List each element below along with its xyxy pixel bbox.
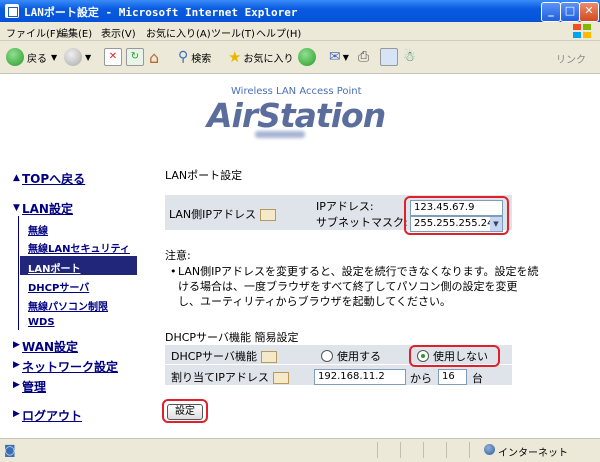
print-icon: ⎙ <box>358 49 370 65</box>
print-button[interactable]: ⎙ <box>358 46 369 68</box>
triangle-right-icon: ▶ <box>13 340 20 350</box>
messenger-button[interactable]: ☃ <box>403 46 416 68</box>
window-title: LANポート設定 - Microsoft Internet Explorer <box>24 6 298 19</box>
sidebar-item-wlan-security[interactable]: 無線LANセキュリティ <box>28 240 130 255</box>
pencil-icon <box>272 372 289 384</box>
title-bar: LANポート設定 - Microsoft Internet Explorer _… <box>0 0 600 22</box>
messenger-icon: ☃ <box>403 49 416 65</box>
assign-ip-input[interactable]: 192.168.11.2 <box>314 369 406 385</box>
favorites-button[interactable]: ★ お気に入り <box>228 46 293 68</box>
minimize-button[interactable]: _ <box>541 2 561 22</box>
history-icon <box>298 48 316 66</box>
note-title: 注意: <box>165 249 191 262</box>
sidebar-item-pc-restrict[interactable]: 無線パソコン制限 <box>28 298 108 313</box>
pencil-icon <box>260 351 277 363</box>
triangle-right-icon: ▶ <box>13 380 20 390</box>
page-title: LANポート設定 <box>165 169 243 182</box>
note-line: し、ユーティリティからブラウザを起動してください。 <box>178 295 452 308</box>
sidebar-admin[interactable]: 管理 <box>22 378 46 395</box>
sidebar-logout[interactable]: ログアウト <box>22 407 82 424</box>
sidebar-network[interactable]: ネットワーク設定 <box>22 358 118 375</box>
menu-help[interactable]: ヘルプ(H) <box>256 25 301 40</box>
sidebar-item-wireless[interactable]: 無線 <box>28 222 48 237</box>
logo-model-blur <box>255 131 305 138</box>
page-done-icon: ◙ <box>4 443 16 457</box>
note-line: ける場合は、一度ブラウザをすべて終了してパソコン側の設定を変更 <box>178 280 518 293</box>
highlight-dhcp-off <box>409 345 500 367</box>
note-line: LAN側IPアドレスを変更すると、設定を続行できなくなります。設定を続 <box>178 265 539 278</box>
menu-tools[interactable]: ツール(T) <box>211 25 255 40</box>
dhcp-label: DHCPサーバ機能 <box>171 348 277 364</box>
chevron-down-icon: ▼ <box>342 52 349 62</box>
edit-icon <box>380 48 398 66</box>
assign-count-input[interactable]: 16 <box>438 369 467 385</box>
forward-button[interactable]: ▼ <box>64 46 91 68</box>
menu-file[interactable]: ファイル(F) <box>6 25 60 40</box>
menu-favorites[interactable]: お気に入り(A) <box>146 25 211 40</box>
maximize-button[interactable]: □ <box>560 2 580 22</box>
dhcp-on-radio[interactable] <box>321 350 333 362</box>
refresh-button[interactable]: ↻ <box>126 46 144 68</box>
menu-edit[interactable]: 編集(E) <box>58 25 92 40</box>
count-unit-label: 台 <box>472 372 483 385</box>
menu-bar: ファイル(F) 編集(E) 表示(V) お気に入り(A) ツール(T) ヘルプ(… <box>0 22 600 41</box>
highlight-submit <box>162 399 208 423</box>
windows-logo-icon <box>573 24 591 38</box>
sidebar-top[interactable]: TOPへ戻る <box>22 170 85 187</box>
sidebar-item-dhcp[interactable]: DHCPサーバ <box>28 279 89 294</box>
edit-button[interactable] <box>380 46 398 68</box>
airstation-logo: AirStation <box>207 96 386 135</box>
status-bar: インターネット ◙ <box>0 438 600 462</box>
close-button[interactable]: ✕ <box>579 2 599 22</box>
triangle-right-icon: ▶ <box>13 360 20 370</box>
sidebar-wan[interactable]: WAN設定 <box>22 338 78 355</box>
ip-address-label: IPアドレス: <box>316 200 374 213</box>
home-icon: ⌂ <box>149 47 160 67</box>
dhcp-on-label: 使用する <box>337 350 381 363</box>
sidebar-lan[interactable]: LAN設定 <box>22 200 73 217</box>
chevron-down-icon: ▼ <box>51 52 58 62</box>
zone-label: インターネット <box>498 448 568 459</box>
mail-icon: ✉ <box>329 49 341 65</box>
triangle-down-icon: ▼ <box>13 203 20 213</box>
browser-window: LANポート設定 - Microsoft Internet Explorer _… <box>0 0 600 462</box>
links-label[interactable]: リンク <box>556 51 586 66</box>
triangle-icon: ▲ <box>13 173 20 183</box>
lan-ip-label: LAN側IPアドレス <box>169 206 277 222</box>
chevron-down-icon: ▼ <box>85 52 92 62</box>
triangle-right-icon: ▶ <box>13 409 20 419</box>
dhcp-section-title: DHCPサーバ機能 簡易設定 <box>165 331 299 344</box>
back-button[interactable]: 戻る ▼ <box>6 46 57 68</box>
tree-line <box>18 216 19 330</box>
stop-icon: ✕ <box>104 48 122 66</box>
menu-view[interactable]: 表示(V) <box>101 25 136 40</box>
stop-button[interactable]: ✕ <box>104 46 122 68</box>
sidebar-item-lan-port[interactable]: LANポート <box>28 260 80 275</box>
page-content: Wireless LAN Access Point AirStation ▲ T… <box>0 74 600 438</box>
from-label: から <box>410 372 432 385</box>
assign-ip-label: 割り当てIPアドレス <box>171 369 289 385</box>
history-button[interactable] <box>298 46 316 68</box>
back-arrow-icon <box>6 48 24 66</box>
ie-page-icon <box>5 4 19 18</box>
home-button[interactable]: ⌂ <box>149 46 159 68</box>
search-icon: ⚲ <box>178 49 189 65</box>
mail-button[interactable]: ✉ ▼ <box>329 46 349 68</box>
sidebar-item-wds[interactable]: WDS <box>28 317 55 328</box>
search-button[interactable]: ⚲ 検索 <box>178 46 211 68</box>
toolbar: 戻る ▼ ▼ ✕ ↻ ⌂ ⚲ 検索 ★ お気に入り ✉ ▼ ⎙ ☃ リンク <box>0 41 600 74</box>
refresh-icon: ↻ <box>126 48 144 66</box>
pencil-icon <box>260 209 277 221</box>
forward-arrow-icon <box>64 48 82 66</box>
subnet-label: サブネットマスク: <box>316 216 408 229</box>
star-icon: ★ <box>228 48 242 66</box>
internet-zone-icon <box>484 444 495 455</box>
highlight-ip <box>404 196 509 235</box>
